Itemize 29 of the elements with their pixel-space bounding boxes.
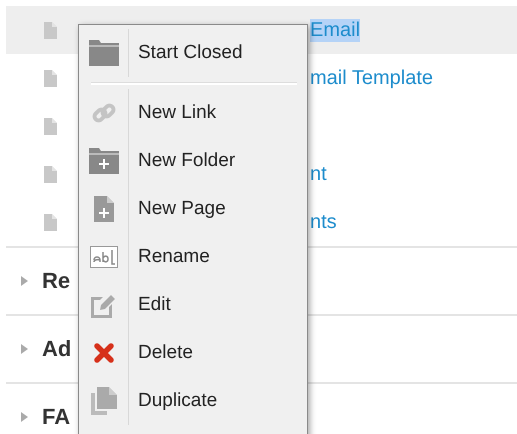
document-icon (44, 166, 57, 182)
document-icon (44, 214, 57, 230)
menu-item[interactable]: Edit (138, 294, 171, 316)
page-title[interactable]: nts (310, 210, 337, 234)
menu-item[interactable]: Duplicate (138, 390, 218, 412)
page-plus-icon (94, 196, 114, 222)
folder-icon (88, 40, 118, 66)
section-heading[interactable]: FA (42, 404, 70, 430)
collapsed-arrow-icon[interactable] (19, 276, 29, 286)
duplicate-icon (90, 387, 116, 415)
section-heading[interactable]: Ad (42, 336, 72, 362)
page-title[interactable]: nt (310, 162, 327, 186)
delete-icon (94, 343, 114, 363)
menu-item[interactable]: Rename (138, 246, 210, 268)
page-title[interactable]: mail Template (310, 66, 434, 90)
folder-plus-icon (88, 148, 118, 174)
section-heading[interactable]: Re (42, 268, 70, 294)
menu-item[interactable]: New Link (138, 102, 216, 124)
document-icon (44, 70, 57, 86)
menu-item[interactable]: Start Closed (138, 42, 243, 64)
text-field-icon (90, 246, 118, 268)
collapsed-arrow-icon[interactable] (19, 412, 29, 422)
edit-icon (90, 292, 116, 318)
menu-item[interactable]: Delete (138, 342, 193, 364)
menu-item[interactable]: New Folder (138, 150, 236, 172)
collapsed-arrow-icon[interactable] (19, 344, 29, 354)
document-icon (44, 22, 57, 38)
menu-item[interactable]: New Page (138, 198, 226, 220)
document-icon (44, 118, 57, 134)
